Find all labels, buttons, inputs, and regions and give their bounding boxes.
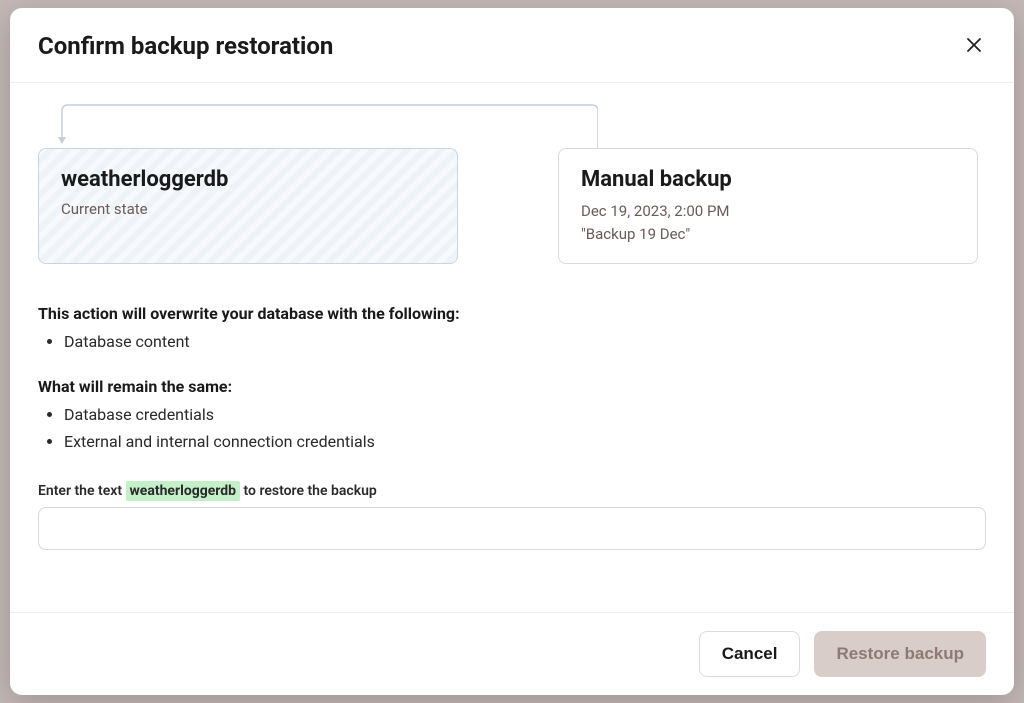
backup-label: "Backup 19 Dec" bbox=[581, 223, 955, 246]
modal-header: Confirm backup restoration bbox=[10, 8, 1014, 83]
same-section: What will remain the same: Database cred… bbox=[38, 377, 986, 455]
confirm-label-prefix: Enter the text bbox=[38, 483, 122, 499]
modal-body: weatherloggerdb Current state Manual bac… bbox=[10, 83, 1014, 612]
overwrite-heading: This action will overwrite your database… bbox=[38, 304, 986, 323]
restore-backup-button[interactable]: Restore backup bbox=[814, 631, 986, 677]
confirm-input[interactable] bbox=[38, 507, 986, 550]
confirm-label: Enter the text weatherloggerdb to restor… bbox=[38, 483, 986, 499]
current-db-name: weatherloggerdb bbox=[61, 167, 435, 192]
confirm-highlight-text: weatherloggerdb bbox=[126, 481, 241, 501]
modal-footer: Cancel Restore backup bbox=[10, 612, 1014, 695]
overwrite-section: This action will overwrite your database… bbox=[38, 304, 986, 355]
backup-card: Manual backup Dec 19, 2023, 2:00 PM "Bac… bbox=[558, 148, 978, 264]
confirm-restore-modal: Confirm backup restoration weatherlogger… bbox=[10, 8, 1014, 695]
same-list: Database credentials External and intern… bbox=[38, 402, 986, 455]
overwrite-list: Database content bbox=[38, 329, 986, 355]
same-heading: What will remain the same: bbox=[38, 377, 986, 396]
current-state-card: weatherloggerdb Current state bbox=[38, 148, 458, 264]
list-item: External and internal connection credent… bbox=[64, 429, 986, 455]
close-icon bbox=[966, 37, 982, 57]
list-item: Database content bbox=[64, 329, 986, 355]
modal-title: Confirm backup restoration bbox=[38, 32, 333, 60]
backup-title: Manual backup bbox=[581, 167, 955, 192]
backup-date: Dec 19, 2023, 2:00 PM bbox=[581, 200, 955, 223]
list-item: Database credentials bbox=[64, 402, 986, 428]
close-button[interactable] bbox=[962, 33, 986, 60]
current-state-label: Current state bbox=[61, 200, 435, 218]
arrow-connector-icon bbox=[58, 103, 598, 153]
restore-cards: weatherloggerdb Current state Manual bac… bbox=[38, 148, 986, 264]
cancel-button[interactable]: Cancel bbox=[699, 631, 801, 677]
confirm-label-suffix: to restore the backup bbox=[244, 483, 377, 499]
